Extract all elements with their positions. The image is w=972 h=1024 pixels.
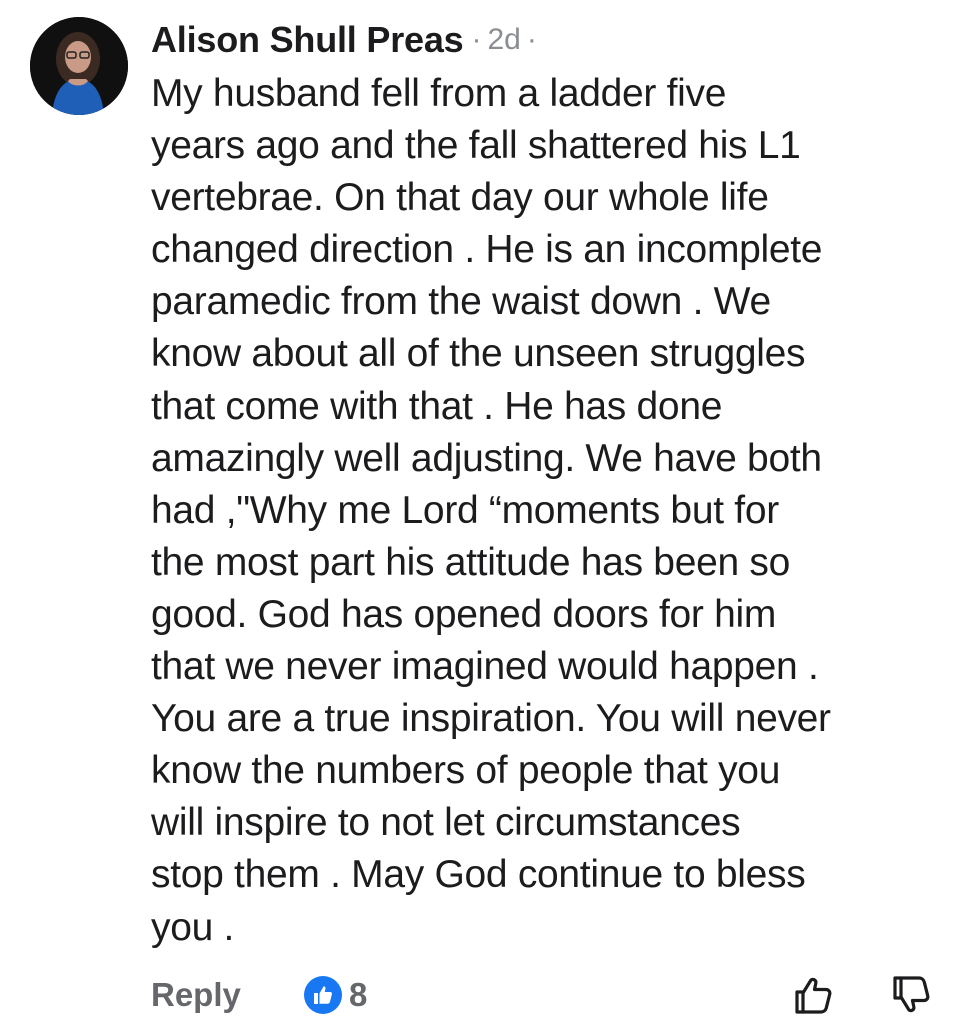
reaction-summary[interactable]: 8 [304,976,367,1014]
comment-text-line: changed direction . He is an incomplete [151,228,823,272]
comment-text-line: amazingly well adjusting. We have both [151,436,822,480]
reply-button[interactable]: Reply [151,976,241,1014]
like-thumb-icon [304,976,342,1014]
comment-text-line: will inspire to not let circumstances [151,801,741,845]
comment-text-line: years ago and the fall shattered his L1 [151,124,801,168]
avatar-photo [30,17,128,115]
timestamp[interactable]: 2d [488,23,521,57]
comment-text-line: you . [151,905,235,949]
comment-text-line: paramedic from the waist down . We [151,280,771,324]
comment-text-line: You are a true inspiration. You will nev… [151,697,831,741]
comment-text-line: stop them . May God continue to bless [151,853,806,897]
comment-text-line: that we never imagined would happen . [151,645,819,689]
thumbs-down-outline-icon[interactable] [889,972,935,1018]
comment-text-line: vertebrae. On that day our whole life [151,176,769,220]
comment-actions: Reply 8 [151,972,951,1022]
comment-text-line: know the numbers of people that you [151,749,781,793]
comment-text-line: that come with that . He has done [151,384,723,428]
author-name[interactable]: Alison Shull Preas [151,19,464,61]
comment-text-line: My husband fell from a ladder five [151,72,727,115]
separator-dot: · [526,23,537,56]
comment-text-line: good. God has opened doors for him [151,592,777,636]
separator-dot: · [471,23,482,56]
comment-text-line: the most part his attitude has been so [151,540,790,584]
comment-text-line: know about all of the unseen struggles [151,332,806,376]
comment-text: My husband fell from a ladder five years… [151,68,961,954]
avatar[interactable] [30,17,128,115]
comment-text-line: had ,"Why me Lord “moments but for [151,488,779,532]
comment: Alison Shull Preas · 2d · My husband fel… [0,0,972,1024]
comment-header: Alison Shull Preas · 2d · [151,16,961,64]
like-count: 8 [349,976,368,1013]
thumbs-up-outline-icon[interactable] [791,972,837,1018]
comment-body: Alison Shull Preas · 2d · My husband fel… [151,16,961,954]
